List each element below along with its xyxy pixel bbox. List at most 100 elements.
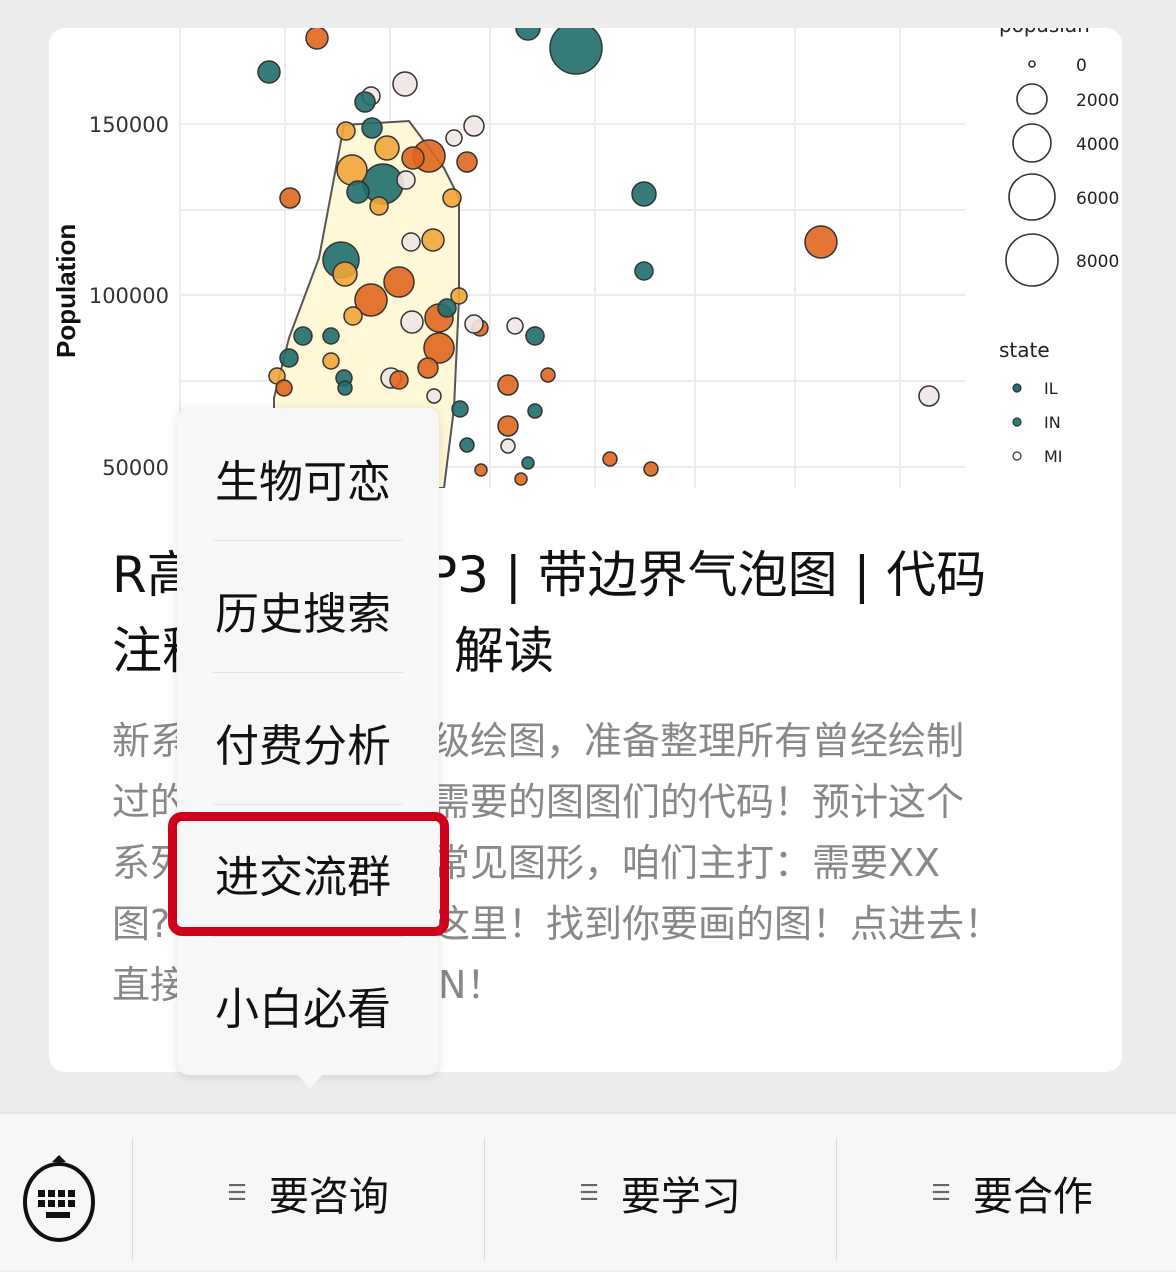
bubble [354, 91, 376, 113]
color-legend-label: MI [1044, 447, 1063, 466]
bubble [417, 357, 439, 379]
bubble [525, 326, 545, 346]
article-desc-right: 这里！找到你要画的图！点进去！ [432, 902, 1003, 946]
size-legend-key [1028, 60, 1036, 68]
size-legend-label: 6000 [1076, 189, 1119, 209]
bubble [549, 28, 603, 75]
menu-item-lishisousuo[interactable]: 历史搜索 [177, 544, 439, 676]
bubble [521, 456, 535, 470]
color-legend-label: IN [1044, 413, 1061, 432]
color-legend-key [1012, 451, 1022, 461]
bubble [631, 181, 657, 207]
bubble [275, 379, 293, 397]
bubble [456, 151, 478, 173]
bubble [374, 135, 400, 161]
color-legend-title: state [999, 338, 1050, 362]
bubble [426, 388, 442, 404]
bubble [389, 370, 409, 390]
size-legend-label: 8000 [1076, 252, 1119, 272]
article-title-line2-right[interactable]: 解读 [454, 626, 554, 676]
size-legend-key [1008, 173, 1056, 221]
bubble [634, 261, 654, 281]
bubble [442, 188, 462, 208]
bubble [336, 121, 356, 141]
popup-menu: 生物可恋 历史搜索 付费分析 进交流群 小白必看 [177, 408, 439, 1075]
size-legend-key [1005, 233, 1059, 287]
menu-icon: ☰ [579, 1180, 599, 1206]
article-desc-right: N！ [438, 963, 505, 1007]
bubble [463, 115, 485, 137]
bubble [497, 374, 519, 396]
color-legend-key [1012, 417, 1022, 427]
bubble [279, 348, 299, 368]
size-legend-key [1012, 123, 1052, 163]
bubble [459, 437, 475, 453]
article-title-line1-right[interactable]: P3 | 带边界气泡图 | 代码 [427, 550, 986, 600]
bubble [401, 232, 421, 252]
bubble [445, 129, 463, 147]
bubble [369, 196, 389, 216]
bubble [336, 154, 368, 186]
bubble [361, 117, 383, 139]
tab-label: 要合作 [972, 1174, 1093, 1220]
bottom-menu-bar: ☰ 要咨询 ☰ 要学习 ☰ 要合作 [0, 1112, 1176, 1270]
menu-icon: ☰ [931, 1180, 951, 1206]
bubble [305, 28, 329, 50]
tab-yaozixun[interactable]: ☰ 要咨询 [132, 1114, 484, 1272]
size-legend-title: popasian [999, 28, 1090, 37]
bubble [540, 367, 556, 383]
menu-item-shengwukelian[interactable]: 生物可恋 [177, 412, 439, 544]
size-legend-label: 2000 [1076, 91, 1119, 111]
bubble [400, 310, 424, 334]
bubble [527, 403, 543, 419]
keyboard-icon[interactable] [22, 1154, 96, 1242]
color-legend-label: IL [1044, 379, 1058, 398]
bubble [451, 400, 469, 418]
size-legend-label: 4000 [1076, 135, 1119, 155]
bubble [293, 326, 313, 346]
bubble [643, 461, 659, 477]
highlight-box [168, 812, 449, 936]
divider [213, 936, 403, 937]
menu-icon: ☰ [227, 1180, 247, 1206]
size-legend-label: 0 [1076, 56, 1087, 76]
bubble [337, 380, 353, 396]
bubble [332, 261, 358, 287]
bubble [401, 146, 425, 170]
bubble [322, 352, 340, 370]
bubble [602, 451, 618, 467]
article-desc-right: 需要的图图们的代码！预计这个 [432, 780, 965, 824]
bubble [450, 287, 468, 305]
divider [213, 804, 403, 805]
article-desc-left: 图? [112, 902, 171, 946]
bubble [421, 228, 445, 252]
menu-item-xiaobaibikan[interactable]: 小白必看 [177, 939, 439, 1071]
tab-yaoxuexi[interactable]: ☰ 要学习 [484, 1114, 836, 1272]
bubble [506, 317, 524, 335]
bubble [918, 385, 940, 407]
popup-arrow [296, 1073, 324, 1089]
menu-item-fufeifenxi[interactable]: 付费分析 [177, 676, 439, 808]
bubble [279, 187, 301, 209]
bubble [514, 472, 528, 486]
bubble [515, 28, 541, 41]
tab-yaohezuo[interactable]: ☰ 要合作 [836, 1114, 1176, 1272]
divider [213, 672, 403, 673]
y-tick-label: 50000 [102, 456, 169, 480]
bubble [474, 463, 488, 477]
bubble [383, 266, 415, 298]
color-legend-key [1012, 383, 1022, 393]
tab-label: 要学习 [620, 1174, 741, 1220]
bubble [392, 71, 418, 97]
bubble [464, 314, 484, 334]
bubble [500, 438, 516, 454]
tab-label: 要咨询 [268, 1174, 389, 1220]
article-desc-right: 常见图形，咱们主打：需要XX [432, 841, 941, 885]
size-legend-key [1016, 83, 1048, 115]
bubble [497, 415, 519, 437]
y-tick-label: 100000 [89, 284, 169, 308]
y-axis-label: Population [51, 224, 81, 358]
y-tick-label: 150000 [89, 113, 169, 137]
bubble [804, 225, 838, 259]
bubble [257, 60, 281, 84]
